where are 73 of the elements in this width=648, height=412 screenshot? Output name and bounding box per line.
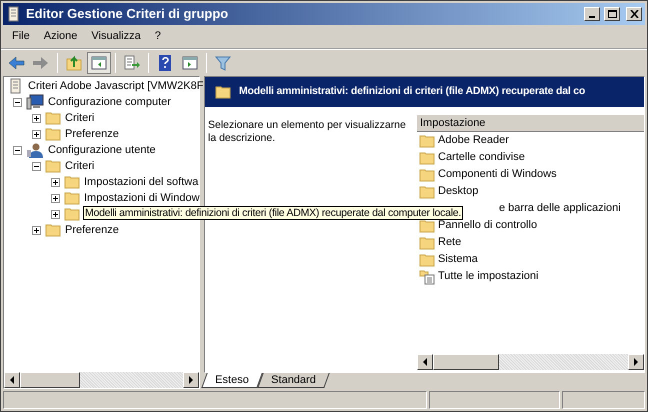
- column-header[interactable]: Impostazione: [417, 115, 644, 132]
- scroll-right-button[interactable]: [183, 372, 199, 388]
- folder-icon: [419, 168, 435, 182]
- tree-item[interactable]: Criteri: [65, 110, 94, 126]
- folder-icon: [64, 191, 80, 205]
- folder-up-icon: [65, 54, 83, 72]
- tree-item[interactable]: Impostazioni di Window: [84, 190, 200, 206]
- list-item[interactable]: Sistema: [438, 251, 478, 268]
- menu-item[interactable]: ?: [148, 28, 168, 45]
- folder-icon: [64, 175, 80, 189]
- folder-icon: [45, 223, 61, 237]
- header-title: Modelli amministrativi: definizioni di criteri (file ADMX) recuperate dal co: [239, 84, 586, 100]
- back-arrow-icon: [7, 54, 25, 72]
- scroll-right-button[interactable]: [628, 354, 644, 370]
- folder-icon: [45, 159, 61, 173]
- scroll-left-button[interactable]: [4, 372, 20, 388]
- tree-item[interactable]: Configurazione utente: [48, 142, 156, 158]
- list-item[interactable]: Tutte le impostazioni: [438, 268, 538, 285]
- help-icon: [156, 54, 174, 72]
- list-item[interactable]: Cartelle condivise: [438, 149, 525, 166]
- list-export-icon: [123, 54, 141, 72]
- view-tab[interactable]: Esteso: [201, 373, 262, 388]
- expand-icon[interactable]: [51, 210, 60, 218]
- horizontal-scrollbar[interactable]: [4, 372, 199, 388]
- minimize-icon[interactable]: [584, 7, 600, 21]
- list-item[interactable]: Adobe Reader: [438, 132, 509, 149]
- panel-view-icon: [181, 54, 199, 72]
- expand-icon[interactable]: [51, 194, 60, 202]
- close-icon[interactable]: [626, 7, 642, 21]
- expand-icon[interactable]: [32, 130, 41, 138]
- folder-icon: [419, 150, 435, 164]
- description-text: Selezionare un elemento per visualizzarne la descrizione.: [207, 118, 407, 145]
- view-tab[interactable]: Standard: [256, 373, 330, 388]
- horizontal-scrollbar[interactable]: [417, 354, 644, 370]
- list-item[interactable]: Componenti di Windows: [438, 166, 557, 183]
- menu-item[interactable]: Visualizza: [84, 28, 148, 45]
- toolbar-button[interactable]: [87, 52, 111, 74]
- scroll-thumb[interactable]: [433, 354, 499, 370]
- folder-icon: [419, 236, 435, 250]
- panel-toggle-icon: [90, 54, 108, 72]
- filter-icon: [214, 54, 232, 72]
- menu-item[interactable]: File: [5, 28, 37, 45]
- settings-list-icon: [419, 268, 435, 284]
- tree-item[interactable]: Criteri: [65, 158, 94, 174]
- folder-icon: [64, 207, 80, 221]
- collapse-icon[interactable]: [13, 146, 22, 154]
- folder-icon: [215, 85, 231, 99]
- tree-item-tooltip[interactable]: Modelli amministrativi: definizioni di criteri (file ADMX) recuperate dal computer locale.: [83, 206, 464, 220]
- list-item[interactable]: Rete: [438, 234, 462, 251]
- tree-item[interactable]: Criteri Adobe Javascript [VMW2K8F: [28, 78, 204, 94]
- tree-item[interactable]: Preferenze: [65, 126, 119, 142]
- computer-icon: [26, 94, 44, 110]
- user-icon: [26, 142, 44, 158]
- collapse-icon[interactable]: [32, 162, 41, 170]
- expand-icon[interactable]: [32, 226, 41, 234]
- list-item[interactable]: Desktop: [438, 183, 478, 200]
- folder-icon: [419, 252, 435, 266]
- collapse-icon[interactable]: [13, 98, 22, 106]
- folder-icon: [45, 111, 61, 125]
- scroll-left-button[interactable]: [417, 354, 433, 370]
- maximize-icon[interactable]: [604, 7, 620, 21]
- tree-item[interactable]: Impostazioni del softwa: [84, 174, 198, 190]
- expand-icon[interactable]: [51, 178, 60, 186]
- scroll-thumb[interactable]: [20, 372, 80, 388]
- tree-item[interactable]: Configurazione computer: [48, 94, 171, 110]
- folder-icon: [45, 127, 61, 141]
- tree-item[interactable]: Preferenze: [65, 222, 119, 238]
- list-item[interactable]: e barra delle applicazioni: [499, 200, 621, 216]
- list-item[interactable]: Pannello di controllo: [438, 217, 538, 234]
- folder-icon: [419, 184, 435, 198]
- window-title: Editor Gestione Criteri di gruppo: [26, 5, 228, 24]
- menu-item[interactable]: Azione: [36, 28, 84, 45]
- expand-icon[interactable]: [32, 114, 41, 122]
